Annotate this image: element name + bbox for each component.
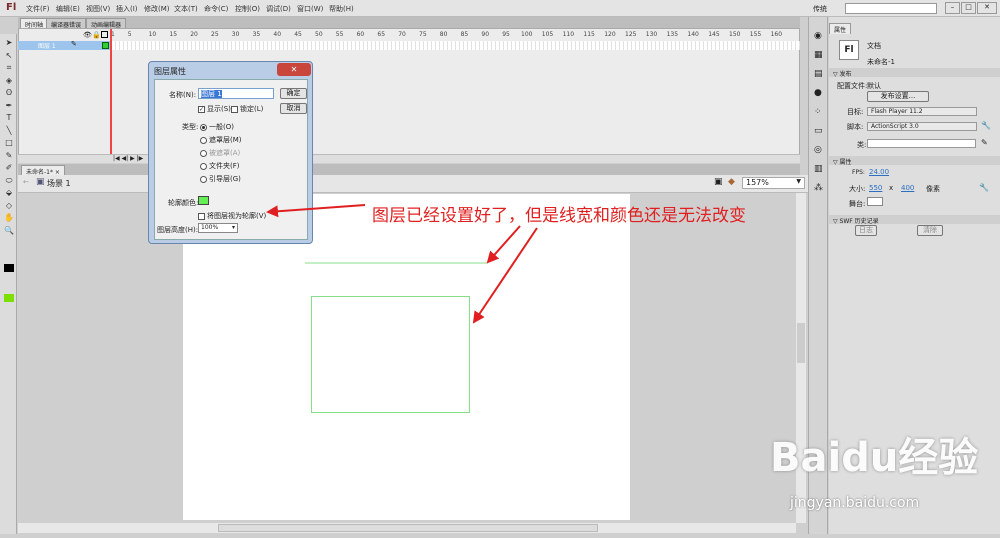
arrow-to-line	[486, 225, 521, 264]
baidu-watermark: Baidu经验	[770, 435, 979, 481]
watermark-url: jingyan.baidu.com	[790, 495, 920, 511]
annotation-text: 图层已经设置好了，但是线宽和颜色还是无法改变	[372, 206, 746, 226]
arrow-to-checkbox	[266, 204, 366, 218]
